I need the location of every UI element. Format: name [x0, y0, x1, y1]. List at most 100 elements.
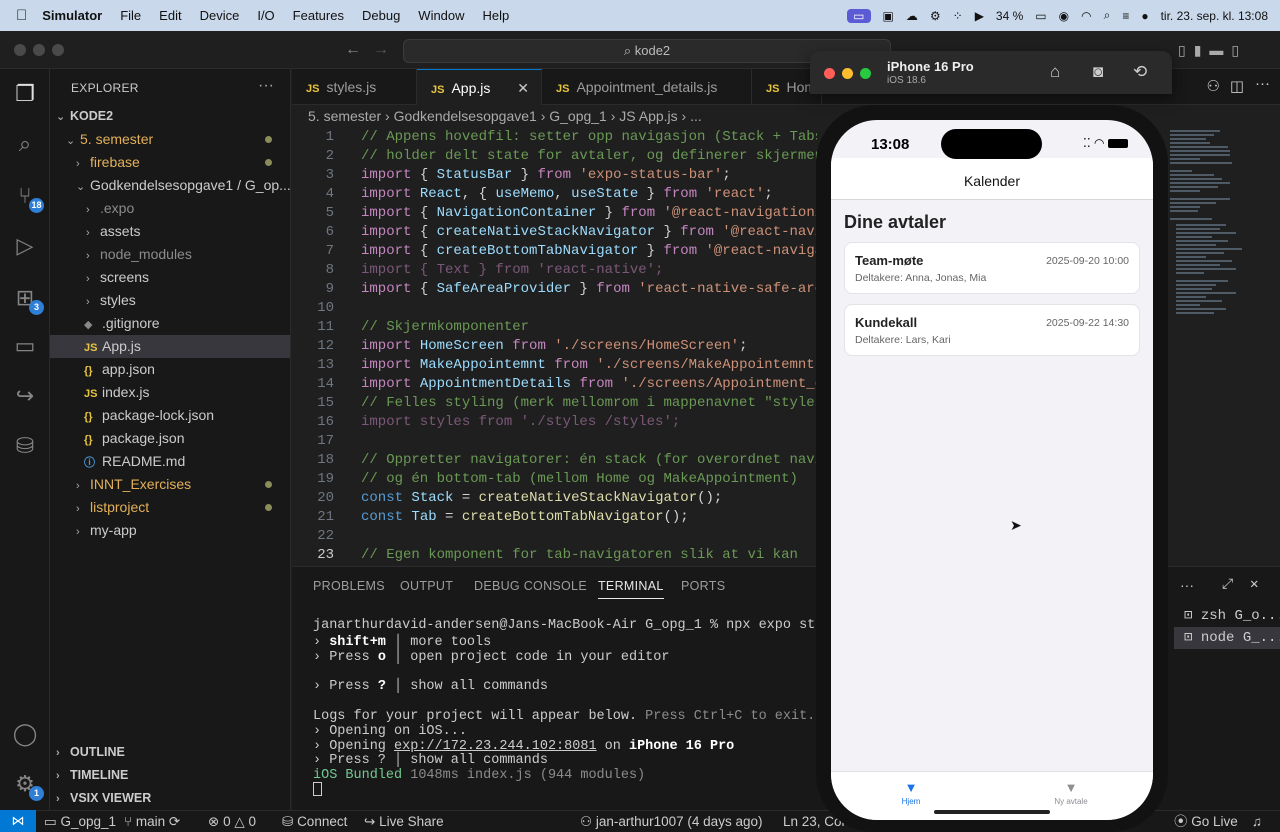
tree-item-assets[interactable]: › assets: [50, 220, 290, 243]
window-minimize-button[interactable]: [33, 44, 45, 56]
vsix-viewer-section[interactable]: › VSIX VIEWER: [50, 787, 290, 810]
tab-appointment-details[interactable]: JS Appointment_details.js: [542, 69, 752, 105]
appointment-card[interactable]: Kundekall 2025-09-22 14:30 Deltakere: La…: [844, 304, 1140, 356]
outline-section[interactable]: › OUTLINE: [50, 741, 290, 764]
menu-window[interactable]: Window: [409, 8, 473, 23]
openai-icon[interactable]: ⚙: [930, 9, 941, 23]
siri-icon[interactable]: ●: [1141, 9, 1148, 23]
tree-item-screens[interactable]: › screens: [50, 266, 290, 289]
close-icon[interactable]: ✕: [517, 70, 529, 105]
terminal-instance-node[interactable]: ⊡ node G_...: [1174, 627, 1280, 649]
rotate-icon[interactable]: ⟲: [1133, 62, 1147, 82]
problems-status[interactable]: ⊗ 0 △ 0: [208, 811, 256, 832]
copilot-icon[interactable]: ⚇: [1207, 77, 1220, 95]
menu-file[interactable]: File: [111, 8, 150, 23]
play-icon[interactable]: ▶: [975, 9, 984, 23]
window-zoom-button[interactable]: [52, 44, 64, 56]
breadcrumb[interactable]: 5. semester › Godkendelsesopgave1 › G_op…: [308, 108, 702, 124]
code-editor[interactable]: 1 2 3 4 5 6 7 8 9 10 11 12 13 14 15 16 1…: [292, 128, 817, 566]
screen-mirroring-icon[interactable]: ▭: [847, 8, 871, 23]
forward-arrow-icon[interactable]: →: [373, 41, 389, 59]
more-actions-icon[interactable]: ···: [1255, 75, 1270, 92]
tree-item-index-js[interactable]: JS index.js: [50, 381, 290, 404]
more-actions-icon[interactable]: ···: [1180, 577, 1194, 593]
dots-icon[interactable]: ⁘: [953, 9, 963, 23]
tree-item-expo[interactable]: › .expo: [50, 197, 290, 220]
battery-percent[interactable]: 34 %: [996, 9, 1023, 23]
apple-icon[interactable]: : [0, 7, 33, 24]
live-share-status[interactable]: ↪ Live Share: [364, 811, 444, 832]
menu-debug[interactable]: Debug: [353, 8, 409, 23]
database-icon[interactable]: ⛁: [10, 431, 40, 461]
close-panel-icon[interactable]: ✕: [1250, 576, 1258, 593]
panel-tab-problems[interactable]: PROBLEMS: [313, 579, 385, 593]
folder-status[interactable]: ▭ G_opg_1: [44, 811, 116, 832]
remote-indicator[interactable]: ⋈: [0, 810, 36, 832]
window-close-button[interactable]: [824, 68, 835, 79]
tree-item-package-json[interactable]: {} package.json: [50, 427, 290, 450]
control-center-icon[interactable]: ≡: [1122, 9, 1129, 23]
panel-tab-output[interactable]: OUTPUT: [400, 579, 453, 593]
window-zoom-button[interactable]: [860, 68, 871, 79]
menu-help[interactable]: Help: [474, 8, 519, 23]
explorer-icon[interactable]: ❐: [10, 79, 40, 109]
live-share-icon[interactable]: ↪: [10, 381, 40, 411]
tree-item-app-json[interactable]: {} app.json: [50, 358, 290, 381]
appointment-card[interactable]: Team-møte 2025-09-20 10:00 Deltakere: An…: [844, 242, 1140, 294]
accessibility-icon[interactable]: ◉: [1059, 9, 1069, 23]
menu-io[interactable]: I/O: [248, 8, 283, 23]
timeline-section[interactable]: › TIMELINE: [50, 764, 290, 787]
connect-status[interactable]: ⛁ Connect: [282, 811, 347, 832]
home-icon[interactable]: ⌂: [1050, 62, 1060, 82]
menu-device[interactable]: Device: [191, 8, 249, 23]
tree-item-readme[interactable]: ⓘ README.md: [50, 450, 290, 473]
tree-item-firebase[interactable]: › firebase: [50, 151, 290, 174]
tree-item-godkendelsesopgave1[interactable]: ⌄ Godkendelsesopgave1 / G_op...: [50, 174, 290, 197]
workspace-root[interactable]: ⌄ KODE2: [50, 105, 290, 128]
tab-app-js[interactable]: JS App.js ✕: [417, 69, 542, 105]
remote-explorer-icon[interactable]: ▭: [10, 331, 40, 361]
tree-item-node-modules[interactable]: › node_modules: [50, 243, 290, 266]
tree-item-app-js[interactable]: JS App.js: [50, 335, 290, 358]
tab-styles-js[interactable]: JS styles.js: [292, 69, 417, 105]
tree-item-package-lock[interactable]: {} package-lock.json: [50, 404, 290, 427]
tree-item-styles[interactable]: › styles: [50, 289, 290, 312]
tree-item-5-semester[interactable]: ⌄ 5. semester: [50, 128, 290, 151]
notifications-icon[interactable]: ♫: [1252, 811, 1262, 832]
panel-tab-debug-console[interactable]: DEBUG CONSOLE: [474, 579, 587, 593]
menu-features[interactable]: Features: [284, 8, 353, 23]
screenshot-camera-icon[interactable]: ◙: [1093, 62, 1103, 82]
window-minimize-button[interactable]: [842, 68, 853, 79]
minimap[interactable]: [1166, 128, 1246, 328]
app-icon[interactable]: ▣: [883, 9, 894, 23]
tree-item-my-app[interactable]: › my-app: [50, 519, 290, 542]
tab-home[interactable]: ▼ Hjem: [881, 780, 941, 806]
account-icon[interactable]: ◯: [10, 719, 40, 749]
terminal-instance-zsh[interactable]: ⊡ zsh G_o...: [1174, 605, 1280, 627]
go-live-button[interactable]: ⦿ Go Live: [1174, 811, 1238, 832]
tree-item-listproject[interactable]: › listproject: [50, 496, 290, 519]
search-icon[interactable]: ⌕: [10, 129, 40, 159]
branch-status[interactable]: ⑂ main ⟳: [124, 811, 180, 832]
split-editor-icon[interactable]: ◫: [1230, 77, 1244, 95]
battery-icon[interactable]: ▭: [1035, 9, 1046, 23]
panel-tab-ports[interactable]: PORTS: [681, 579, 725, 593]
manage-gear-icon[interactable]: ⚙ 1: [10, 769, 44, 801]
cloud-icon[interactable]: ☁: [906, 9, 918, 23]
clock[interactable]: tir. 23. sep. kl. 13:08: [1161, 9, 1268, 23]
tree-item-innt-exercises[interactable]: › INNT_Exercises: [50, 473, 290, 496]
search-icon[interactable]: ⌕: [1104, 8, 1111, 23]
menu-edit[interactable]: Edit: [150, 8, 190, 23]
more-actions-icon[interactable]: ···: [258, 77, 274, 95]
wifi-icon[interactable]: ◠: [1081, 9, 1091, 23]
git-blame-status[interactable]: ⚇ jan-arthur1007 (4 days ago): [580, 811, 762, 832]
tab-new-appointment[interactable]: ▼ Ny avtale: [1041, 780, 1101, 806]
window-close-button[interactable]: [14, 44, 26, 56]
maximize-panel-icon[interactable]: ⤢: [1222, 577, 1233, 593]
run-debug-icon[interactable]: ▷: [10, 231, 40, 261]
tree-item-gitignore[interactable]: ◆ .gitignore: [50, 312, 290, 335]
back-arrow-icon[interactable]: ←: [345, 41, 361, 59]
panel-tab-terminal[interactable]: TERMINAL: [598, 579, 664, 599]
source-control-icon[interactable]: ⑂ 18: [10, 181, 44, 213]
layout-controls[interactable]: ▯▮▬▯: [1178, 42, 1247, 59]
